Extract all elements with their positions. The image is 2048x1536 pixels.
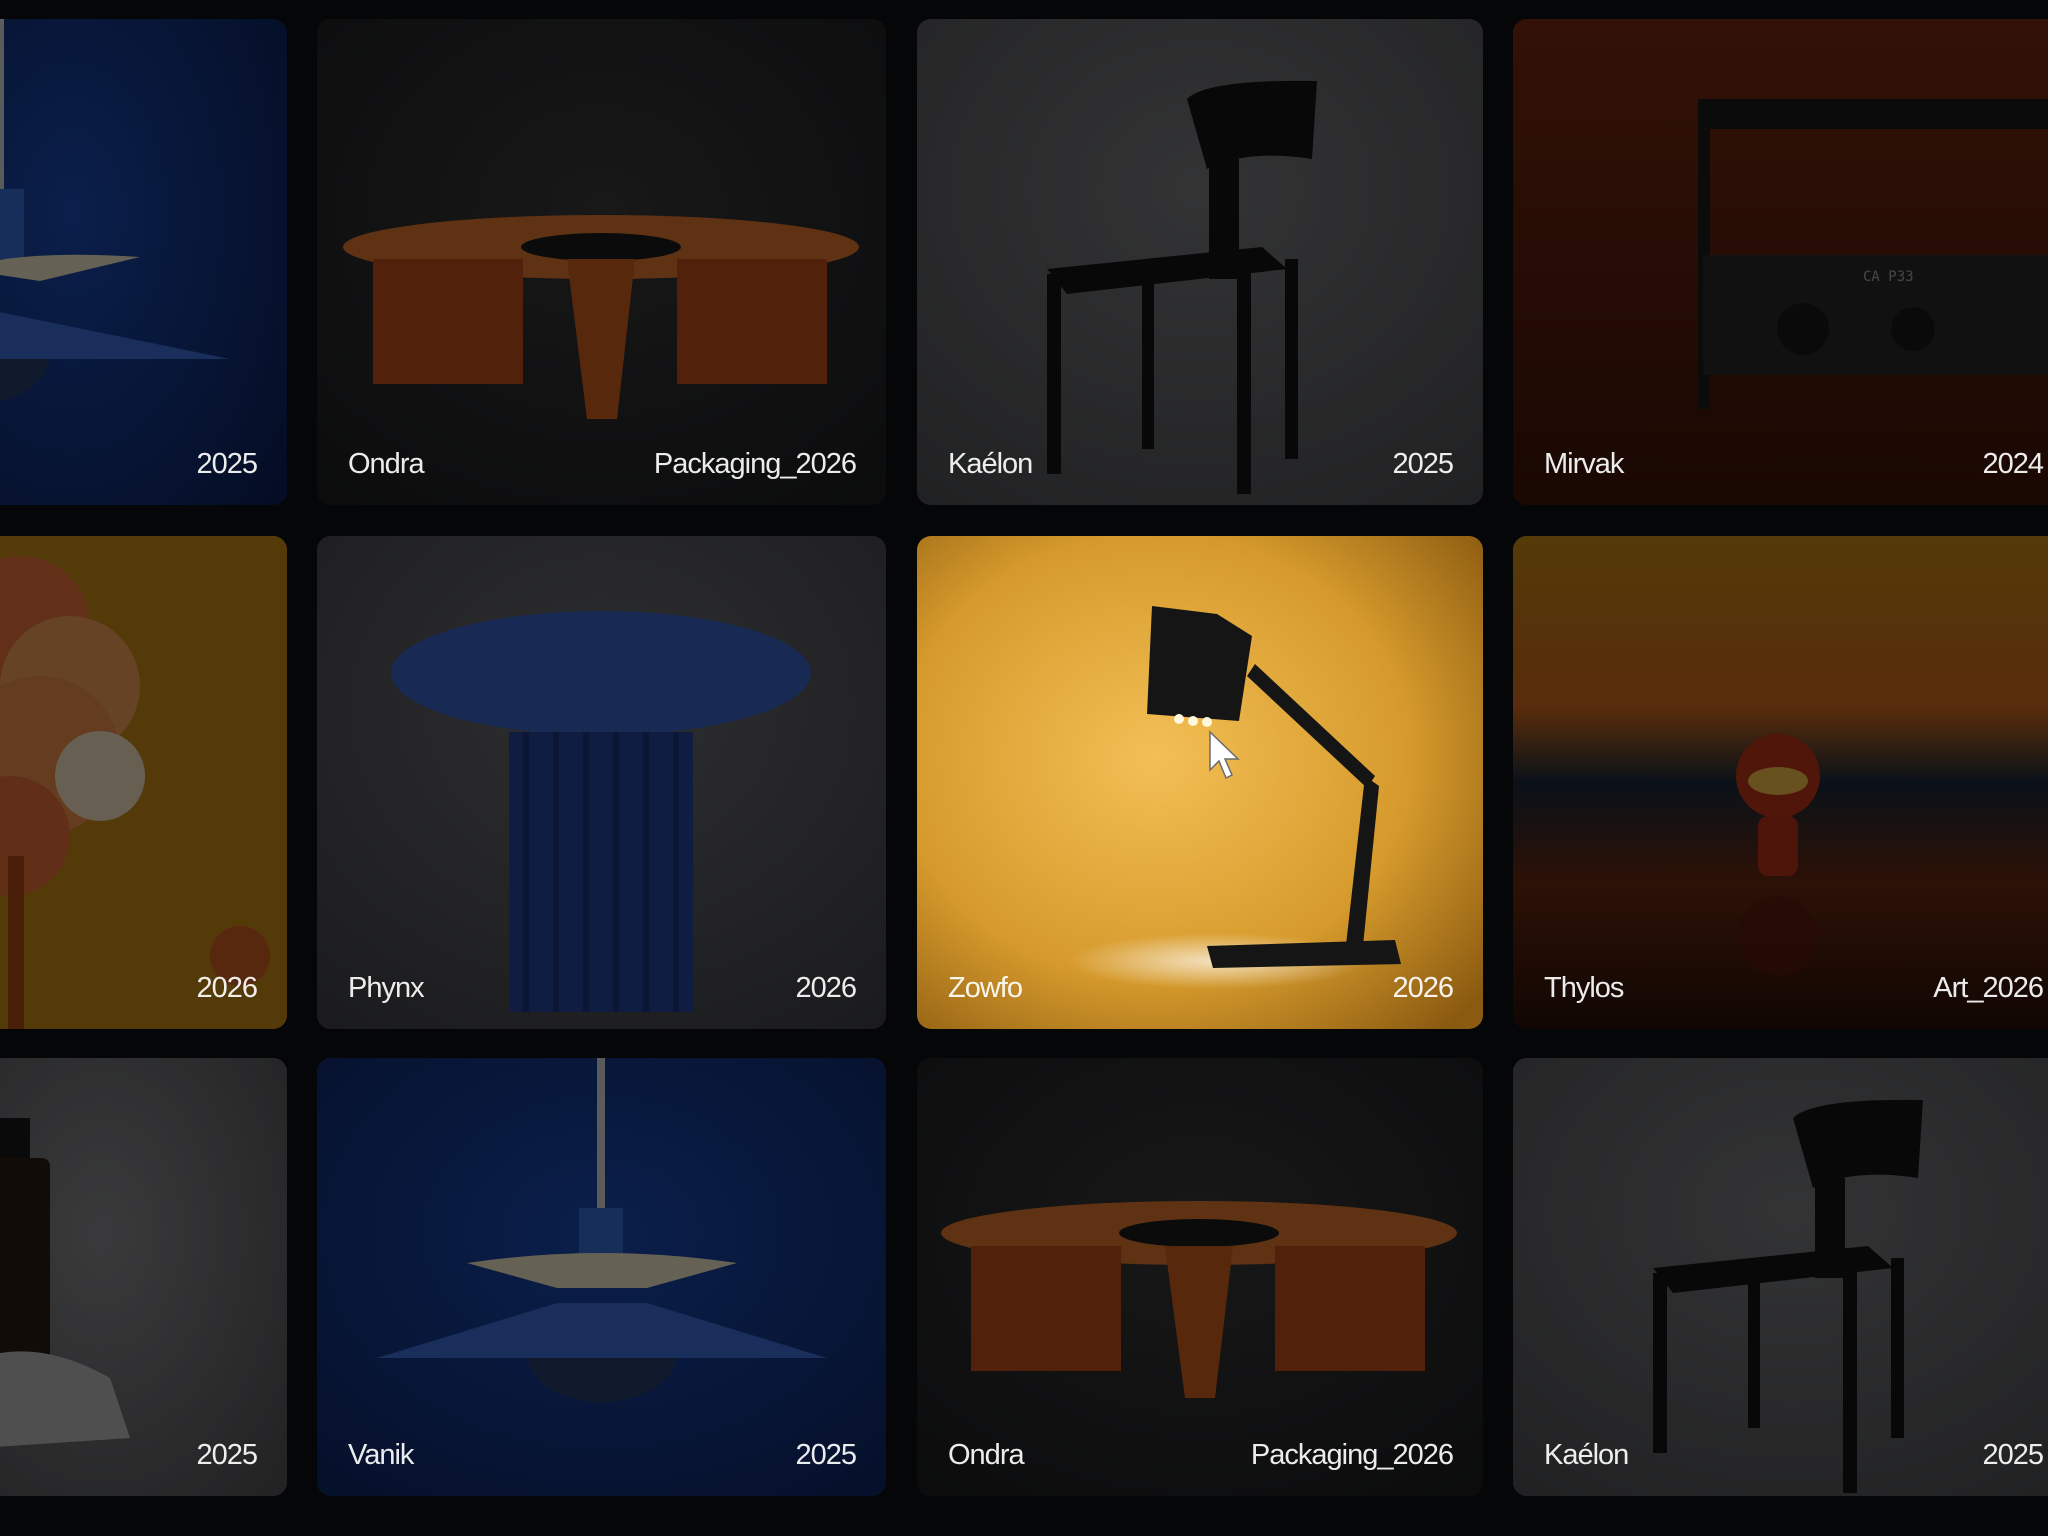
round-bench-image (317, 19, 886, 505)
card-tag: 2024 (1982, 448, 2044, 480)
black-chair-image (1513, 1058, 2048, 1496)
project-card-ondra-2[interactable]: Ondra Packaging_2026 (917, 1058, 1483, 1496)
card-title: Phynx (348, 972, 425, 1004)
black-chair-image (917, 19, 1483, 505)
card-title: Thylos (1544, 972, 1624, 1004)
card-tag: 2025 (196, 448, 258, 480)
arrow-pointer-icon (1209, 730, 1240, 780)
card-title: Kaélon (1544, 1439, 1629, 1471)
project-card-flowers[interactable]: 2026 (0, 536, 287, 1029)
card-tag: Art_2026 (1933, 972, 2044, 1004)
flower-arrangement-image (0, 536, 287, 1029)
desk-lamp-image (917, 536, 1483, 1029)
card-tag: 2025 (196, 1439, 258, 1471)
card-tag: 2025 (795, 1439, 857, 1471)
project-card-zowfo[interactable]: Zowfo 2026 (917, 536, 1483, 1029)
card-title: Kaélon (948, 448, 1033, 480)
pedestal-table-image (317, 536, 886, 1029)
project-card-thylos[interactable]: Thylos Art_2026 (1513, 536, 2048, 1029)
card-tag: 2026 (795, 972, 857, 1004)
svg-text:CA P33: CA P33 (1863, 269, 1914, 285)
project-card-mirvak[interactable]: CA P33 Mirvak 2024 (1513, 19, 2048, 505)
project-card-bottle[interactable]: 2025 (0, 1058, 287, 1496)
project-card-pendant-lamp[interactable]: 2025 (0, 19, 287, 505)
card-title: Vanik (348, 1439, 414, 1471)
card-tag: Packaging_2026 (653, 448, 857, 480)
perfume-bottle-image (0, 1058, 287, 1496)
card-tag: 2025 (1392, 448, 1454, 480)
figurine-image (1513, 536, 2048, 1029)
amplifier-image: CA P33 (1513, 19, 2048, 505)
round-bench-image (917, 1058, 1483, 1496)
project-card-ondra[interactable]: Ondra Packaging_2026 (317, 19, 886, 505)
card-title: Ondra (348, 448, 425, 480)
card-tag: 2025 (1982, 1439, 2044, 1471)
project-gallery: 2025 Ondra Packaging_2026 Kaélon 2025 CA… (0, 0, 2048, 1536)
pendant-lamp-image (317, 1058, 886, 1496)
project-card-kaelon[interactable]: Kaélon 2025 (917, 19, 1483, 505)
card-title: Mirvak (1544, 448, 1624, 480)
card-title: Zowfo (948, 972, 1023, 1004)
card-title: Ondra (948, 1439, 1025, 1471)
project-card-vanik[interactable]: Vanik 2025 (317, 1058, 886, 1496)
card-tag: Packaging_2026 (1250, 1439, 1454, 1471)
card-tag: 2026 (1392, 972, 1454, 1004)
pendant-lamp-image (0, 19, 287, 505)
card-tag: 2026 (196, 972, 258, 1004)
project-card-phynx[interactable]: Phynx 2026 (317, 536, 886, 1029)
project-card-kaelon-2[interactable]: Kaélon 2025 (1513, 1058, 2048, 1496)
